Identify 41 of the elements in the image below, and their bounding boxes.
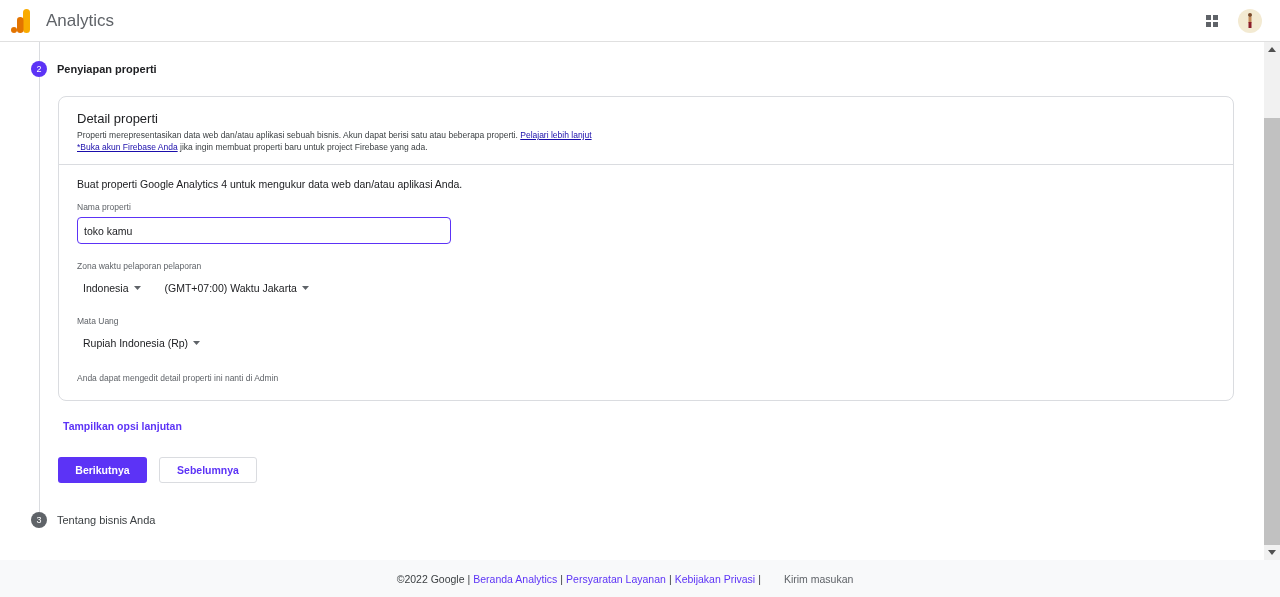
caret-icon: [193, 341, 201, 345]
step-title: Penyiapan properti: [57, 63, 157, 75]
scrollbar[interactable]: [1264, 42, 1280, 560]
step-number: 3: [31, 512, 47, 528]
currency-dropdown[interactable]: Rupiah Indonesia (Rp): [77, 331, 207, 355]
field-label: Zona waktu pelaporan pelaporan: [77, 261, 203, 271]
learn-more-link[interactable]: Pelajari lebih lanjut: [520, 130, 592, 140]
footer-link[interactable]: Persyaratan Layanan: [566, 572, 666, 585]
property-name-field[interactable]: toko kamu: [77, 217, 451, 244]
back-button[interactable]: Sebelumnya: [159, 457, 257, 483]
bar-chart-logo-icon: [11, 8, 31, 33]
separator: |: [467, 572, 471, 585]
admin-note: Anda dapat mengedit detail properti ini nanti di Admin: [77, 373, 280, 383]
caret-icon: [301, 286, 309, 290]
step-title: Tentang bisnis Anda: [57, 514, 156, 526]
step-number: 2: [31, 61, 47, 77]
app-title: Analytics: [46, 10, 115, 31]
avatar[interactable]: [1238, 8, 1262, 33]
card-description: Properti merepresentasikan data web dan/atau aplikasi sebuah bisnis. Akun dapat berisi satu atau beberapa properti. Pelajari lebih lanjut: [77, 129, 593, 141]
separator: |: [560, 572, 564, 585]
next-button[interactable]: Berikutnya: [58, 457, 147, 483]
scroll-up-icon[interactable]: [1268, 47, 1276, 52]
scroll-down-icon[interactable]: [1268, 550, 1276, 555]
footer-link[interactable]: Kebijakan Privasi: [674, 572, 756, 585]
separator: |: [758, 572, 761, 585]
card-title: Detail properti: [77, 111, 159, 126]
separator: |: [668, 572, 672, 585]
copyright-text: ©2022 Google: [396, 572, 465, 585]
intro-text: Buat properti Google Analytics 4 untuk mengukur data web dan/atau aplikasi Anda.: [77, 178, 464, 190]
footer-link[interactable]: Beranda Analytics: [473, 572, 558, 585]
country-dropdown[interactable]: Indonesia: [77, 276, 147, 300]
firebase-note: *Buka akun Firebase Anda jika ingin membuat properti baru untuk project Firebase yang ada.: [77, 141, 429, 153]
scrollbar-thumb[interactable]: [1264, 118, 1280, 545]
advanced-options-link[interactable]: Tampilkan opsi lanjutan: [63, 420, 182, 432]
feedback-link[interactable]: Kirim masukan: [783, 572, 854, 585]
firebase-link[interactable]: *Buka akun Firebase Anda: [77, 142, 178, 152]
field-label: Nama properti: [77, 202, 132, 212]
caret-icon: [133, 286, 141, 290]
apps-grid-icon[interactable]: [1206, 14, 1218, 27]
field-label: Mata Uang: [77, 316, 120, 326]
timezone-dropdown[interactable]: (GMT+07:00) Waktu Jakarta: [158, 276, 315, 300]
